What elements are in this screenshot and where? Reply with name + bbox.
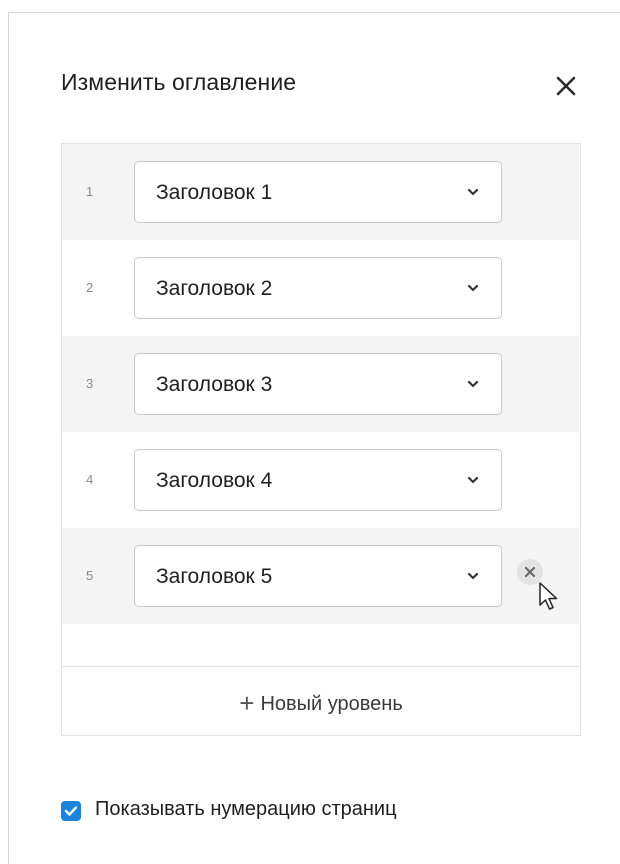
close-icon <box>556 76 576 96</box>
level-1-select[interactable]: Заголовок 1 <box>134 161 502 223</box>
level-select-value: Заголовок 4 <box>156 469 273 492</box>
chevron-down-icon <box>467 380 479 388</box>
level-select-value: Заголовок 1 <box>156 181 273 204</box>
level-row-5: 5 Заголовок 5 <box>62 528 580 624</box>
chevron-down-icon <box>467 572 479 580</box>
level-row-1: 1 Заголовок 1 <box>62 144 580 240</box>
chevron-down-icon <box>467 284 479 292</box>
level-number: 1 <box>86 184 94 199</box>
level-5-select[interactable]: Заголовок 5 <box>134 545 502 607</box>
level-number: 4 <box>86 472 94 487</box>
add-level-button[interactable]: + Новый уровень <box>62 666 580 735</box>
dialog-title: Изменить оглавление <box>61 69 297 95</box>
level-row-2: 2 Заголовок 2 <box>62 240 580 336</box>
edit-toc-panel: Изменить оглавление 1 Заголовок 1 2 Заго… <box>8 12 620 864</box>
close-button[interactable] <box>549 69 583 103</box>
checkmark-icon <box>64 806 78 816</box>
chevron-down-icon <box>467 476 479 484</box>
plus-icon: + <box>239 688 255 718</box>
level-number: 3 <box>86 376 94 391</box>
level-select-value: Заголовок 2 <box>156 277 273 300</box>
level-select-value: Заголовок 5 <box>156 565 273 588</box>
show-page-numbers-label: Показывать нумерацию страниц <box>95 798 397 820</box>
mouse-cursor-icon <box>539 582 558 610</box>
level-row-4: 4 Заголовок 4 <box>62 432 580 528</box>
add-level-label: + Новый уровень <box>62 688 580 719</box>
show-page-numbers-checkbox[interactable] <box>61 801 81 821</box>
level-number: 5 <box>86 568 94 583</box>
level-number: 2 <box>86 280 94 295</box>
level-row-3: 3 Заголовок 3 <box>62 336 580 432</box>
add-level-text: Новый уровень <box>260 693 403 715</box>
remove-icon <box>524 566 536 578</box>
level-2-select[interactable]: Заголовок 2 <box>134 257 502 319</box>
levels-list: 1 Заголовок 1 2 Заголовок 2 3 Заголовок … <box>61 143 581 736</box>
level-select-value: Заголовок 3 <box>156 373 273 396</box>
chevron-down-icon <box>467 188 479 196</box>
level-4-select[interactable]: Заголовок 4 <box>134 449 502 511</box>
level-3-select[interactable]: Заголовок 3 <box>134 353 502 415</box>
